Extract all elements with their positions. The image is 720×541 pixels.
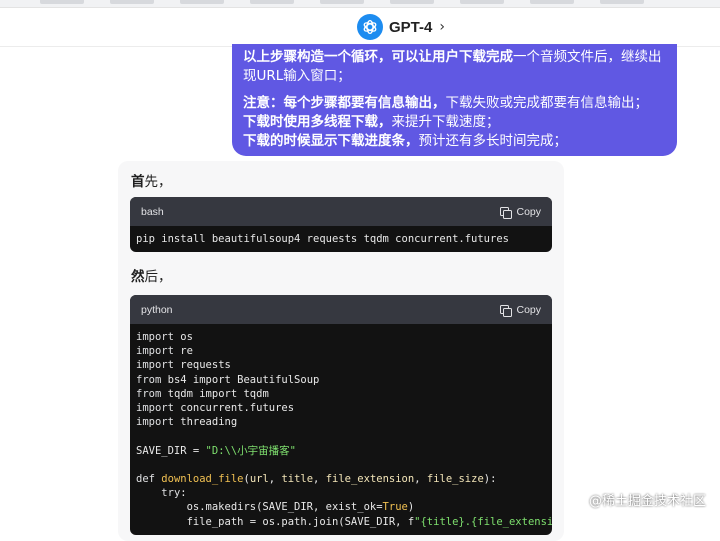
copy-icon [500,304,513,317]
code-content: import os import re import requests from bs… [130,324,552,529]
code-line: from tqdm import tqdm [136,387,269,400]
chevron-right-icon: › [439,19,445,35]
code-line: os.makedirs(SAVE_DIR, exist_ok=True) [136,501,415,514]
code-line: from bs4 import BeautifulSoup [136,373,320,386]
code-line: try: [161,487,187,500]
code-line: import re [136,345,193,358]
assistant-paragraph-then: 然后， [131,269,172,285]
model-selector[interactable]: GPT-4 › [357,13,445,41]
code-line: import concurrent.futures [136,402,295,415]
code-block-header: python Copy [130,295,552,324]
code-line: def download_file(url, title, file_exten… [136,473,497,486]
code-block-bash: bash Copy pip install beautifulsoup4 req… [130,197,552,252]
browser-tab-strip [0,0,720,8]
user-message-line: 以上步骤构造一个循环，可以让用户下载完成一个音频文件后，继续出现URL输入窗口； [243,49,662,84]
code-line: SAVE_DIR = "D:\\小宇宙播客" [136,444,296,457]
code-line: import requests [136,359,231,372]
code-line: import os [136,331,193,343]
code-line: pip install beautifulsoup4 requests tqdm… [136,233,509,245]
code-language-label: python [141,303,173,316]
code-language-label: bash [141,205,164,218]
copy-code-button[interactable]: Copy [500,304,541,317]
watermark: @稀土掘金技术社区 [588,494,706,509]
user-message-line: 注意：每个步骤都要有信息输出，下载失败或完成都要有信息输出； 下载时使用多线程下载… [243,95,648,149]
user-message-bubble: 以上步骤构造一个循环，可以让用户下载完成一个音频文件后，继续出现URL输入窗口；… [232,44,677,156]
code-line: file_path = os.path.join(SAVE_DIR, f"{ti… [136,515,552,528]
code-block-python: python Copy import os import re import req… [130,295,552,535]
openai-logo-icon [357,14,383,40]
code-content: pip install beautifulsoup4 requests tqdm… [130,226,552,246]
code-block-header: bash Copy [130,197,552,226]
assistant-paragraph-first: 首先， [131,174,172,190]
copy-icon [500,206,513,219]
copy-code-button[interactable]: Copy [500,206,541,219]
model-name: GPT-4 [389,18,433,36]
chat-header: GPT-4 › [0,8,720,47]
code-line: import threading [136,416,238,429]
